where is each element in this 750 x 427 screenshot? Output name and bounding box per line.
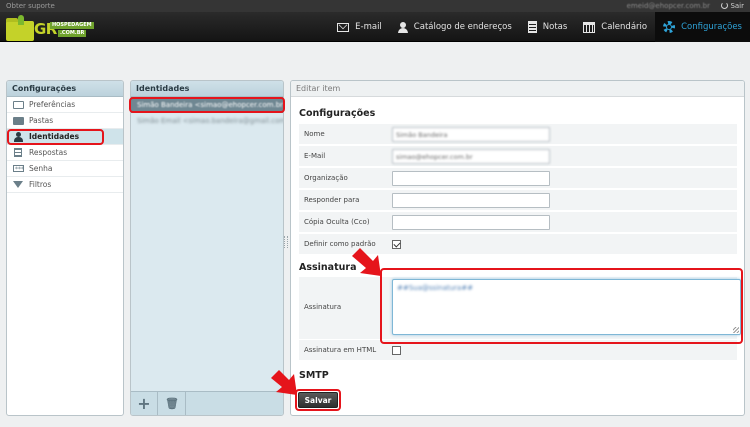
- sidebar-item-label: Respostas: [29, 148, 68, 157]
- bcc-row: Cópia Oculta (Cco): [299, 212, 737, 233]
- smtp-section-title: SMTP: [299, 370, 329, 381]
- resize-grip-icon[interactable]: [733, 327, 739, 333]
- notes-icon: [527, 21, 537, 33]
- default-label: Definir como padrão: [304, 240, 376, 248]
- organization-label: Organização: [304, 174, 348, 182]
- delete-identity-button[interactable]: 🗑: [159, 392, 186, 415]
- support-link[interactable]: Obter suporte: [6, 2, 55, 10]
- edit-panel: Editar item Configurações Nome E-Mail Or…: [290, 80, 745, 416]
- email-row: E-Mail: [299, 146, 737, 167]
- reply-to-row: Responder para: [299, 190, 737, 211]
- reply-icon: [14, 148, 22, 157]
- name-row: Nome: [299, 124, 737, 145]
- logo-tag-domain: .COM.BR: [58, 30, 87, 37]
- add-identity-button[interactable]: +: [131, 392, 158, 415]
- user-email: emeid@ehopcer.com.br: [626, 2, 710, 10]
- main-nav: E-mail Catálogo de endereços Notas Calen…: [329, 12, 750, 42]
- nav-settings-label: Configurações: [681, 22, 742, 32]
- trash-icon: 🗑: [165, 397, 179, 410]
- sidebar-item-label: Pastas: [29, 116, 54, 125]
- identities-panel-title: Identidades: [131, 81, 283, 97]
- email-label: E-Mail: [304, 152, 326, 160]
- default-checkbox[interactable]: [392, 240, 401, 249]
- logo-tag: HOSPEDAGEM: [50, 22, 94, 29]
- nav-address-book-label: Catálogo de endereços: [413, 22, 512, 32]
- nav-notes-label: Notas: [542, 22, 568, 32]
- nav-notes[interactable]: Notas: [520, 12, 576, 42]
- identities-panel: Identidades Simão Bandeira <simao@ehopce…: [130, 80, 284, 416]
- name-label: Nome: [304, 130, 325, 138]
- sidebar-item-folders[interactable]: Pastas: [7, 113, 123, 129]
- signature-label: Assinatura: [304, 303, 342, 311]
- sidebar-item-label: Senha: [29, 164, 53, 173]
- settings-panel-title: Configurações: [7, 81, 123, 97]
- sidebar-item-responses[interactable]: Respostas: [7, 145, 123, 161]
- sidebar-item-password[interactable]: Senha: [7, 161, 123, 178]
- organization-row: Organização: [299, 168, 737, 189]
- plant-logo-icon: [18, 15, 24, 25]
- settings-section-title: Configurações: [299, 108, 376, 119]
- signature-html-label: Assinatura em HTML: [304, 346, 377, 354]
- user-icon: [13, 132, 24, 142]
- nav-calendar-label: Calendário: [601, 22, 648, 32]
- signature-row: Assinatura ##Sua@ssinatura##: [299, 277, 741, 339]
- nav-settings[interactable]: Configurações: [655, 12, 750, 42]
- person-icon: [397, 21, 408, 33]
- signature-html-checkbox[interactable]: [392, 346, 401, 355]
- nav-email-label: E-mail: [355, 22, 382, 32]
- password-icon: [13, 162, 24, 178]
- identity-item[interactable]: Simão Email <simao.bandeira@gmail.com>: [131, 113, 283, 129]
- default-row: Definir como padrão: [299, 234, 737, 255]
- signature-textarea[interactable]: ##Sua@ssinatura##: [392, 279, 741, 335]
- identity-label: Simão Bandeira <simao@ehopcer.com.br>: [137, 101, 283, 109]
- panel-splitter[interactable]: [284, 236, 288, 248]
- signature-html-row: Assinatura em HTML: [299, 340, 737, 361]
- sidebar-item-label: Identidades: [29, 132, 80, 141]
- signature-section-title: Assinatura: [299, 262, 357, 273]
- sidebar-item-filters[interactable]: Filtros: [7, 177, 123, 193]
- sidebar-item-label: Filtros: [29, 180, 52, 189]
- name-field[interactable]: [392, 127, 550, 142]
- reply-to-label: Responder para: [304, 196, 360, 204]
- sidebar-item-label: Preferências: [29, 100, 76, 109]
- identity-label: Simão Email <simao.bandeira@gmail.com>: [137, 117, 283, 125]
- nav-email[interactable]: E-mail: [329, 12, 390, 42]
- logout-button[interactable]: Sair: [721, 2, 744, 10]
- gear-icon: [663, 21, 676, 33]
- identities-footer: + 🗑: [131, 391, 283, 415]
- folder-icon: [13, 117, 24, 125]
- signature-text: ##Sua@ssinatura##: [397, 284, 473, 292]
- reply-to-field[interactable]: [392, 193, 550, 208]
- nav-address-book[interactable]: Catálogo de endereços: [390, 12, 520, 42]
- save-button[interactable]: Salvar: [298, 392, 338, 408]
- mail-icon: [337, 22, 350, 32]
- calendar-icon: [583, 21, 596, 33]
- organization-field[interactable]: [392, 171, 550, 186]
- settings-panel: Configurações Preferências Pastas Identi…: [6, 80, 124, 416]
- logout-label: Sair: [730, 2, 744, 10]
- top-bar: Obter suporte emeid@ehopcer.com.br Sair: [0, 0, 750, 12]
- app-header: GR HOSPEDAGEM .COM.BR E-mail Catálogo de…: [0, 12, 750, 42]
- nav-calendar[interactable]: Calendário: [575, 12, 655, 42]
- email-field[interactable]: [392, 149, 550, 164]
- logo[interactable]: GR HOSPEDAGEM .COM.BR: [6, 15, 96, 41]
- sidebar-item-identities[interactable]: Identidades: [7, 129, 123, 145]
- monitor-icon: [13, 101, 24, 109]
- power-icon: [721, 2, 729, 9]
- bcc-field[interactable]: [392, 215, 550, 230]
- sidebar-item-preferences[interactable]: Preferências: [7, 97, 123, 113]
- identity-item[interactable]: Simão Bandeira <simao@ehopcer.com.br>: [131, 97, 283, 113]
- filter-icon: [13, 181, 23, 188]
- edit-panel-title: Editar item: [291, 81, 744, 97]
- bcc-label: Cópia Oculta (Cco): [304, 218, 370, 226]
